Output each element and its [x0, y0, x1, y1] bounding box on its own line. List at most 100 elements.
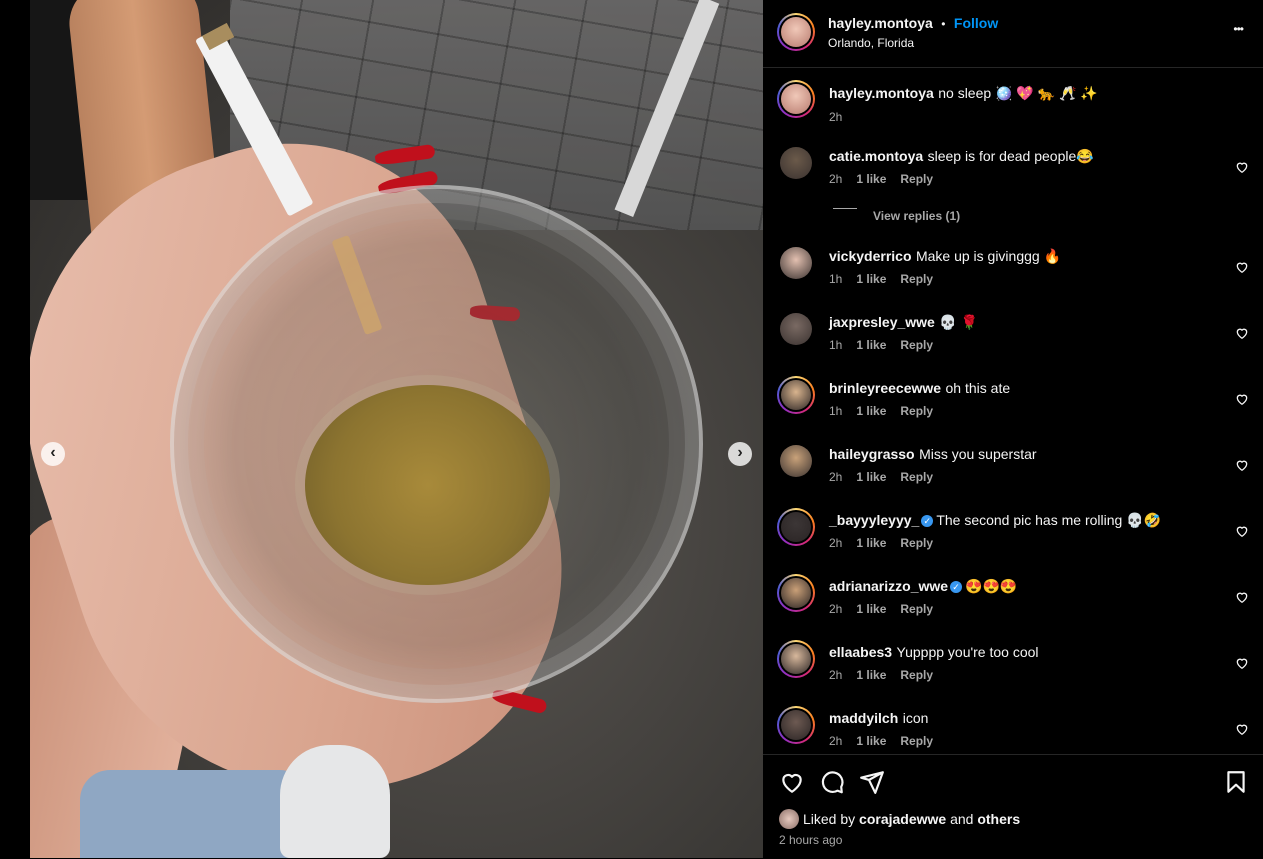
comment-time[interactable]: 2h: [829, 668, 842, 682]
author-username[interactable]: hayley.montoya: [828, 15, 933, 31]
comment-username[interactable]: haileygrasso: [829, 446, 915, 462]
reply-button[interactable]: Reply: [900, 338, 933, 352]
commenter-avatar[interactable]: [777, 706, 815, 744]
comment-username[interactable]: vickyderrico: [829, 248, 912, 264]
reply-button[interactable]: Reply: [900, 172, 933, 186]
comment-likes[interactable]: 1 like: [856, 536, 886, 550]
comment-like-heart-icon[interactable]: [1235, 326, 1249, 340]
comment-icon[interactable]: [819, 769, 845, 795]
reply-button[interactable]: Reply: [900, 404, 933, 418]
comment-username[interactable]: _bayyyleyyy_: [829, 512, 919, 528]
comment-username[interactable]: maddyilch: [829, 710, 898, 726]
comment-likes[interactable]: 1 like: [856, 172, 886, 186]
reply-button[interactable]: Reply: [900, 536, 933, 550]
share-icon[interactable]: [859, 769, 885, 795]
comment-likes[interactable]: 1 like: [856, 470, 886, 484]
post-timestamp[interactable]: 2 hours ago: [779, 833, 842, 847]
comment-likes[interactable]: 1 like: [856, 602, 886, 616]
replies-line: [833, 208, 857, 209]
comment-line: haileygrasso Miss you superstar: [829, 446, 1219, 464]
comment-time[interactable]: 1h: [829, 272, 842, 286]
comment-like-heart-icon[interactable]: [1235, 260, 1249, 274]
caption-time: 2h: [829, 110, 843, 124]
comment-row: vickyderrico Make up is givinggg 🔥 1h 1 li…: [763, 244, 1263, 304]
comment-meta: 1h 1 like Reply: [829, 338, 933, 352]
commenter-avatar[interactable]: [777, 508, 815, 546]
author-avatar[interactable]: [777, 80, 815, 118]
comment-username[interactable]: brinleyreecewwe: [829, 380, 941, 396]
comment-time[interactable]: 2h: [829, 536, 842, 550]
comment-likes[interactable]: 1 like: [856, 272, 886, 286]
comment-time[interactable]: 2h: [829, 172, 842, 186]
comment-username[interactable]: ellaabes3: [829, 644, 892, 660]
comment-like-heart-icon[interactable]: [1235, 590, 1249, 604]
post-photo[interactable]: [30, 0, 763, 858]
commenter-avatar[interactable]: [780, 247, 812, 279]
save-bookmark-icon[interactable]: [1223, 769, 1249, 795]
comment-like-heart-icon[interactable]: [1235, 160, 1249, 174]
reply-button[interactable]: Reply: [900, 734, 933, 748]
commenter-avatar[interactable]: [780, 147, 812, 179]
comment-likes[interactable]: 1 like: [856, 338, 886, 352]
liked-by-and: and: [950, 811, 974, 827]
commenter-avatar[interactable]: [777, 376, 815, 414]
comment-text: Yupppp you're too cool: [896, 644, 1039, 660]
comment-row: jaxpresley_wwe 💀 🌹 1h 1 like Reply: [763, 310, 1263, 370]
comment-text: sleep is for dead people😂: [927, 148, 1094, 164]
next-photo-button[interactable]: ›: [728, 442, 752, 466]
separator-dot: •: [941, 17, 946, 31]
post-location[interactable]: Orlando, Florida: [828, 36, 914, 50]
liked-by-user[interactable]: corajadewwe: [859, 811, 946, 827]
comment-username[interactable]: jaxpresley_wwe: [829, 314, 935, 330]
reply-button[interactable]: Reply: [900, 272, 933, 286]
comment-line: jaxpresley_wwe 💀 🌹: [829, 314, 1219, 332]
comment-likes[interactable]: 1 like: [856, 404, 886, 418]
author-avatar[interactable]: [777, 13, 815, 51]
more-options-icon[interactable]: •••: [1233, 22, 1244, 36]
comment-like-heart-icon[interactable]: [1235, 524, 1249, 538]
comment-text: 😍😍😍: [965, 578, 1018, 594]
comment-time[interactable]: 2h: [829, 470, 842, 484]
commenter-avatar[interactable]: [777, 640, 815, 678]
commenter-avatar[interactable]: [777, 574, 815, 612]
comment-like-heart-icon[interactable]: [1235, 656, 1249, 670]
comment-row: ellaabes3 Yupppp you're too cool 2h 1 like…: [763, 640, 1263, 700]
comment-meta: 2h 1 like Reply: [829, 602, 933, 616]
comment-like-heart-icon[interactable]: [1235, 458, 1249, 472]
comment-text: 💀 🌹: [939, 314, 979, 330]
photo-denim: [80, 770, 310, 858]
reply-button[interactable]: Reply: [900, 668, 933, 682]
comments-list[interactable]: hayley.montoya no sleep 🪩 💖 🐆 🥂 ✨ 2h cat…: [763, 68, 1263, 754]
reply-button[interactable]: Reply: [900, 602, 933, 616]
comment-text: The second pic has me rolling 💀🤣: [936, 512, 1162, 528]
comment-like-heart-icon[interactable]: [1235, 392, 1249, 406]
comment-time[interactable]: 1h: [829, 338, 842, 352]
liked-by-line: Liked by corajadewwe and others: [803, 811, 1020, 827]
comment-time[interactable]: 2h: [829, 734, 842, 748]
comment-likes[interactable]: 1 like: [856, 734, 886, 748]
comment-username[interactable]: adrianarizzo_wwe: [829, 578, 948, 594]
comment-time[interactable]: 2h: [829, 602, 842, 616]
comment-time[interactable]: 1h: [829, 404, 842, 418]
reply-button[interactable]: Reply: [900, 470, 933, 484]
like-heart-icon[interactable]: [779, 769, 805, 795]
comment-likes[interactable]: 1 like: [856, 668, 886, 682]
liked-by-others[interactable]: others: [977, 811, 1020, 827]
photo-liquid: [305, 385, 550, 585]
comment-meta: 2h 1 like Reply: [829, 734, 933, 748]
liked-by-avatar[interactable]: [779, 809, 799, 829]
comment-meta: 2h 1 like Reply: [829, 172, 933, 186]
commenter-avatar[interactable]: [780, 445, 812, 477]
comment-like-heart-icon[interactable]: [1235, 722, 1249, 736]
comment-line: ellaabes3 Yupppp you're too cool: [829, 644, 1219, 662]
comment-meta: 2h 1 like Reply: [829, 668, 933, 682]
comment-username[interactable]: catie.montoya: [829, 148, 923, 164]
comment-row: maddyilch icon 2h 1 like Reply: [763, 706, 1263, 754]
view-replies-button[interactable]: View replies (1): [873, 209, 960, 223]
caption-username[interactable]: hayley.montoya: [829, 85, 934, 101]
commenter-avatar[interactable]: [780, 313, 812, 345]
prev-photo-button[interactable]: ‹: [41, 442, 65, 466]
liked-by-prefix: Liked by: [803, 811, 856, 827]
follow-button[interactable]: Follow: [954, 15, 998, 31]
comment-text: Miss you superstar: [919, 446, 1037, 462]
